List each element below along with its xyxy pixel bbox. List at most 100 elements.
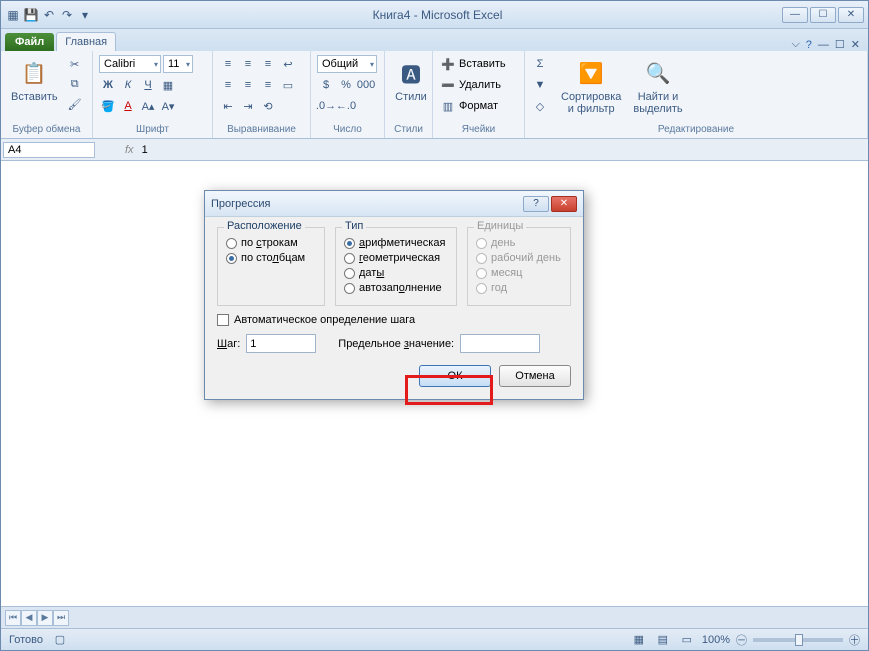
auto-step-checkbox[interactable]: Автоматическое определение шага — [217, 314, 571, 326]
delete-cells-icon: ➖ — [439, 76, 457, 94]
align-right-icon[interactable]: ≡ — [259, 76, 277, 94]
format-cells-button[interactable]: ▥Формат — [439, 97, 506, 115]
currency-icon[interactable]: $ — [317, 76, 335, 94]
radio-dates[interactable]: даты — [344, 267, 448, 279]
doc-close-icon[interactable]: ✕ — [851, 38, 860, 51]
underline-icon[interactable]: Ч — [139, 76, 157, 94]
status-bar: Готово ▢ ▦ ▤ ▭ 100% ㊀ ㊉ — [1, 628, 868, 650]
fill-color-icon[interactable]: 🪣 — [99, 97, 117, 115]
number-format-combo[interactable]: Общий — [317, 55, 377, 73]
close-button[interactable]: ✕ — [838, 7, 864, 23]
tab-file[interactable]: Файл — [5, 33, 54, 51]
align-center-icon[interactable]: ≡ — [239, 76, 257, 94]
undo-icon[interactable]: ↶ — [41, 7, 57, 23]
title-bar: ▦ 💾 ↶ ↷ ▾ Книга4 - Microsoft Excel — ☐ ✕ — [1, 1, 868, 29]
format-cells-icon: ▥ — [439, 97, 457, 115]
font-family-combo[interactable]: Calibri — [99, 55, 161, 73]
copy-icon[interactable]: ⧉ — [66, 75, 84, 93]
zoom-slider[interactable] — [753, 638, 843, 642]
view-pagebreak-icon[interactable]: ▭ — [678, 631, 696, 649]
ribbon: 📋 Вставить ✂ ⧉ 🖌 Буфер обмена Calibri 11… — [1, 51, 868, 139]
sheet-nav-next-icon[interactable]: ▶ — [37, 610, 53, 626]
window-title: Книга4 - Microsoft Excel — [93, 8, 782, 22]
paste-button[interactable]: 📋 Вставить — [7, 55, 62, 105]
dialog-titlebar[interactable]: Прогрессия ? ✕ — [205, 191, 583, 217]
inc-decimal-icon[interactable]: .0→ — [317, 97, 335, 115]
cancel-button[interactable]: Отмена — [499, 365, 571, 387]
indent-dec-icon[interactable]: ⇤ — [219, 97, 237, 115]
align-middle-icon[interactable]: ≡ — [239, 55, 257, 73]
minimize-button[interactable]: — — [782, 7, 808, 23]
styles-button[interactable]: 🅰Стили — [391, 55, 431, 105]
sort-filter-button[interactable]: 🔽Сортировка и фильтр — [557, 55, 625, 117]
radio-by-columns[interactable]: по столбцам — [226, 252, 316, 264]
macro-record-icon[interactable]: ▢ — [51, 631, 69, 649]
sheet-nav-first-icon[interactable]: ⏮ — [5, 610, 21, 626]
zoom-out-icon[interactable]: ㊀ — [736, 632, 747, 648]
limit-input[interactable] — [460, 334, 540, 353]
save-icon[interactable]: 💾 — [23, 7, 39, 23]
dialog-help-button[interactable]: ? — [523, 196, 549, 212]
qat-dropdown-icon[interactable]: ▾ — [77, 7, 93, 23]
tab-Главная[interactable]: Главная — [56, 32, 116, 51]
percent-icon[interactable]: % — [337, 76, 355, 94]
font-size-combo[interactable]: 11 — [163, 55, 193, 73]
radio-by-rows[interactable]: по строкам — [226, 237, 316, 249]
radio-arithmetic[interactable]: арифметическая — [344, 237, 448, 249]
cut-icon[interactable]: ✂ — [66, 55, 84, 73]
shrink-font-icon[interactable]: A▾ — [159, 97, 177, 115]
doc-minimize-icon[interactable]: — — [818, 39, 829, 51]
insert-cells-icon: ➕ — [439, 55, 457, 73]
insert-cells-button[interactable]: ➕Вставить — [439, 55, 506, 73]
zoom-level: 100% — [702, 634, 730, 646]
delete-cells-button[interactable]: ➖Удалить — [439, 76, 506, 94]
comma-icon[interactable]: 000 — [357, 76, 375, 94]
wrap-text-icon[interactable]: ↩ — [279, 55, 297, 73]
find-select-button[interactable]: 🔍Найти и выделить — [629, 55, 686, 117]
sheet-nav-last-icon[interactable]: ⏭ — [53, 610, 69, 626]
autosum-icon[interactable]: Σ — [531, 55, 549, 73]
radio-autofill[interactable]: автозаполнение — [344, 282, 448, 294]
format-painter-icon[interactable]: 🖌 — [66, 95, 84, 113]
align-bottom-icon[interactable]: ≡ — [259, 55, 277, 73]
align-left-icon[interactable]: ≡ — [219, 76, 237, 94]
view-normal-icon[interactable]: ▦ — [630, 631, 648, 649]
ribbon-minimize-icon[interactable]: ⌵ — [791, 38, 799, 51]
name-box[interactable] — [3, 142, 95, 158]
fx-icon[interactable]: fx — [125, 144, 134, 156]
formula-input[interactable] — [138, 143, 638, 157]
type-legend: Тип — [342, 220, 366, 232]
italic-icon[interactable]: К — [119, 76, 137, 94]
group-clipboard-label: Буфер обмена — [7, 124, 86, 136]
dec-decimal-icon[interactable]: ←.0 — [337, 97, 355, 115]
group-styles-label: Стили — [391, 124, 426, 136]
merge-icon[interactable]: ▭ — [279, 76, 297, 94]
border-icon[interactable]: ▦ — [159, 76, 177, 94]
radio-day: день — [476, 237, 562, 249]
grow-font-icon[interactable]: A▴ — [139, 97, 157, 115]
bold-icon[interactable]: Ж — [99, 76, 117, 94]
font-color-icon[interactable]: A — [119, 97, 137, 115]
maximize-button[interactable]: ☐ — [810, 7, 836, 23]
limit-label: Предельное значение: — [338, 338, 454, 350]
radio-geometric[interactable]: геометрическая — [344, 252, 448, 264]
step-input[interactable] — [246, 334, 316, 353]
excel-icon: ▦ — [5, 7, 21, 23]
redo-icon[interactable]: ↷ — [59, 7, 75, 23]
zoom-in-icon[interactable]: ㊉ — [849, 632, 860, 648]
sort-filter-icon: 🔽 — [575, 57, 607, 89]
doc-restore-icon[interactable]: ☐ — [835, 38, 845, 51]
align-top-icon[interactable]: ≡ — [219, 55, 237, 73]
orientation-icon[interactable]: ⟲ — [259, 97, 277, 115]
dialog-close-button[interactable]: ✕ — [551, 196, 577, 212]
view-layout-icon[interactable]: ▤ — [654, 631, 672, 649]
location-legend: Расположение — [224, 220, 305, 232]
ok-button[interactable]: ОК — [419, 365, 491, 387]
sheet-nav-prev-icon[interactable]: ◀ — [21, 610, 37, 626]
step-label: Шаг: — [217, 338, 240, 350]
clear-icon[interactable]: ◇ — [531, 97, 549, 115]
radio-workday: рабочий день — [476, 252, 562, 264]
indent-inc-icon[interactable]: ⇥ — [239, 97, 257, 115]
help-icon[interactable]: ? — [806, 39, 812, 51]
fill-icon[interactable]: ▼ — [531, 76, 549, 94]
